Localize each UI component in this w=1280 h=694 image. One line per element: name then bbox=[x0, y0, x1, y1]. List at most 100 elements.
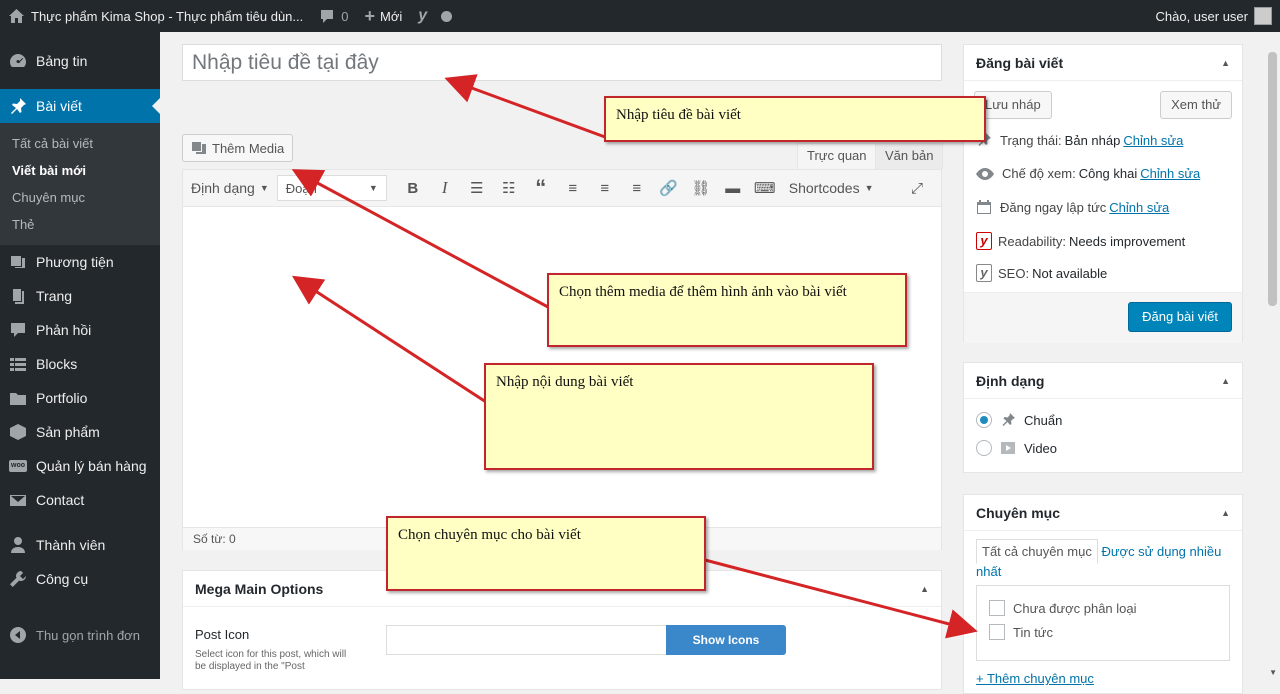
align-right-button[interactable]: ≡ bbox=[621, 174, 653, 202]
readability-row: y Readability:Needs improvement bbox=[976, 232, 1185, 250]
format-option-standard[interactable]: Chuẩn bbox=[976, 412, 1062, 428]
collapse-menu-button[interactable]: Thu gọn trình đơn bbox=[0, 618, 160, 652]
user-menu[interactable]: Chào, user user bbox=[1148, 0, 1280, 32]
visibility-label: Chế độ xem: bbox=[1002, 166, 1076, 181]
edit-status-link[interactable]: Chỉnh sửa bbox=[1123, 133, 1183, 148]
sidebar-item-label: Trang bbox=[36, 288, 72, 304]
blockquote-button[interactable]: “ bbox=[525, 174, 557, 202]
tab-text[interactable]: Văn bản bbox=[875, 143, 943, 169]
radio-unselected[interactable] bbox=[976, 440, 992, 456]
bullet-list-button[interactable]: ☰ bbox=[461, 174, 493, 202]
yoast-icon: y bbox=[418, 7, 427, 25]
category-item[interactable]: Chưa được phân loại bbox=[989, 596, 1217, 620]
yoast-link[interactable]: y bbox=[410, 0, 460, 32]
edit-schedule-link[interactable]: Chỉnh sửa bbox=[1109, 200, 1169, 215]
sidebar-item-users[interactable]: Thành viên bbox=[0, 528, 160, 562]
post-title-input[interactable]: Nhập tiêu đề tại đây bbox=[182, 44, 942, 81]
sidebar-item-woocommerce[interactable]: woo Quản lý bán hàng bbox=[0, 449, 160, 483]
submenu-all-posts[interactable]: Tất cả bài viết bbox=[0, 130, 160, 157]
tab-visual[interactable]: Trực quan bbox=[797, 143, 877, 169]
sidebar-item-blocks[interactable]: Blocks bbox=[0, 347, 160, 381]
sidebar-item-label: Công cụ bbox=[36, 571, 88, 587]
format-box-header[interactable]: Định dạng▲ bbox=[964, 363, 1242, 399]
sidebar-item-posts[interactable]: Bài viết bbox=[0, 89, 160, 123]
admin-sidebar: Bảng tin Bài viết Tất cả bài viết Viết b… bbox=[0, 32, 160, 679]
collapse-label: Thu gọn trình đơn bbox=[36, 628, 140, 643]
category-label: Chưa được phân loại bbox=[1013, 601, 1137, 616]
toolbar-toggle-button[interactable]: ⌨ bbox=[749, 174, 781, 202]
site-home-link[interactable]: Thực phẩm Kima Shop - Thực phẩm tiêu dùn… bbox=[0, 0, 311, 32]
media-icon bbox=[9, 253, 27, 271]
visibility-value: Công khai bbox=[1079, 166, 1138, 181]
add-category-link[interactable]: + Thêm chuyên mục bbox=[976, 671, 1094, 685]
align-right-icon: ≡ bbox=[632, 180, 641, 197]
unlink-icon: ⛓ bbox=[691, 179, 710, 197]
align-center-button[interactable]: ≡ bbox=[589, 174, 621, 202]
sidebar-item-label: Thành viên bbox=[36, 537, 105, 553]
fullscreen-button[interactable]: ⤢ bbox=[901, 174, 933, 202]
pin-icon bbox=[1000, 412, 1016, 428]
insert-link-button[interactable]: 🔗 bbox=[653, 174, 685, 202]
format-option-label: Video bbox=[1024, 441, 1057, 456]
format-option-video[interactable]: Video bbox=[976, 440, 1057, 456]
sidebar-item-dashboard[interactable]: Bảng tin bbox=[0, 44, 160, 78]
note-media: Chọn thêm media để thêm hình ảnh vào bài… bbox=[547, 273, 907, 347]
scroll-down-icon[interactable]: ▼ bbox=[1269, 668, 1277, 677]
italic-button[interactable]: I bbox=[429, 174, 461, 202]
triangle-up-icon: ▲ bbox=[1221, 495, 1230, 530]
show-icons-button[interactable]: Show Icons bbox=[666, 625, 786, 655]
preview-button[interactable]: Xem thử bbox=[1160, 91, 1232, 119]
checkbox[interactable] bbox=[989, 624, 1005, 640]
paragraph-select[interactable]: Đoạn▼ bbox=[277, 175, 387, 201]
publish-button[interactable]: Đăng bài viết bbox=[1128, 302, 1232, 332]
greeting: Chào, user user bbox=[1156, 9, 1249, 24]
post-icon-description: Select icon for this post, which will be… bbox=[195, 649, 355, 673]
new-label: Mới bbox=[380, 9, 402, 24]
sidebar-item-tools[interactable]: Công cụ bbox=[0, 562, 160, 596]
edit-visibility-link[interactable]: Chỉnh sửa bbox=[1140, 166, 1200, 181]
sidebar-item-label: Blocks bbox=[36, 356, 77, 372]
align-center-icon: ≡ bbox=[600, 180, 609, 197]
sidebar-item-contact[interactable]: Contact bbox=[0, 483, 160, 517]
sidebar-item-products[interactable]: Sản phẩm bbox=[0, 415, 160, 449]
fullscreen-icon: ⤢ bbox=[911, 180, 923, 197]
scrollbar-thumb[interactable] bbox=[1268, 52, 1277, 306]
comments-link[interactable]: 0 bbox=[311, 0, 356, 32]
triangle-up-icon: ▲ bbox=[920, 571, 929, 606]
tab-all-categories[interactable]: Tất cả chuyên mục bbox=[976, 539, 1098, 564]
post-icon-input[interactable] bbox=[386, 625, 667, 655]
sidebar-item-portfolio[interactable]: Portfolio bbox=[0, 381, 160, 415]
read-more-button[interactable]: ▬ bbox=[717, 174, 749, 202]
sidebar-item-media[interactable]: Phương tiện bbox=[0, 245, 160, 279]
format-dropdown[interactable]: Định dạng▼ bbox=[191, 180, 269, 196]
category-item[interactable]: Tin tức bbox=[989, 620, 1217, 644]
sidebar-item-pages[interactable]: Trang bbox=[0, 279, 160, 313]
keyboard-icon: ⌨ bbox=[754, 179, 776, 197]
calendar-icon bbox=[976, 199, 1000, 215]
submenu-tags[interactable]: Thẻ bbox=[0, 211, 160, 238]
submenu-categories[interactable]: Chuyên mục bbox=[0, 184, 160, 211]
new-content-link[interactable]: + Mới bbox=[356, 0, 410, 32]
add-media-button[interactable]: Thêm Media bbox=[182, 134, 293, 162]
shortcodes-dropdown[interactable]: Shortcodes▼ bbox=[789, 180, 874, 196]
numbered-list-button[interactable]: ☷ bbox=[493, 174, 525, 202]
remove-link-button[interactable]: ⛓ bbox=[685, 174, 717, 202]
user-icon bbox=[9, 536, 27, 554]
sidebar-item-label: Sản phẩm bbox=[36, 424, 100, 440]
sidebar-item-comments[interactable]: Phản hồi bbox=[0, 313, 160, 347]
comment-icon bbox=[319, 9, 335, 24]
align-left-button[interactable]: ≡ bbox=[557, 174, 589, 202]
eye-icon bbox=[976, 168, 1002, 180]
bold-button[interactable]: B bbox=[397, 174, 429, 202]
status-label: Trạng thái: bbox=[1000, 133, 1062, 148]
yoast-seo-icon: y bbox=[976, 264, 992, 282]
publish-box-header[interactable]: Đăng bài viết▲ bbox=[964, 45, 1242, 81]
publish-box-title: Đăng bài viết bbox=[976, 45, 1063, 80]
checkbox[interactable] bbox=[989, 600, 1005, 616]
category-box-header[interactable]: Chuyên mục▲ bbox=[964, 495, 1242, 531]
paragraph-label: Đoạn bbox=[286, 181, 317, 196]
quote-icon: “ bbox=[535, 175, 546, 201]
radio-selected[interactable] bbox=[976, 412, 992, 428]
submenu-new-post[interactable]: Viết bài mới bbox=[0, 157, 160, 184]
status-dot-icon bbox=[441, 11, 452, 22]
